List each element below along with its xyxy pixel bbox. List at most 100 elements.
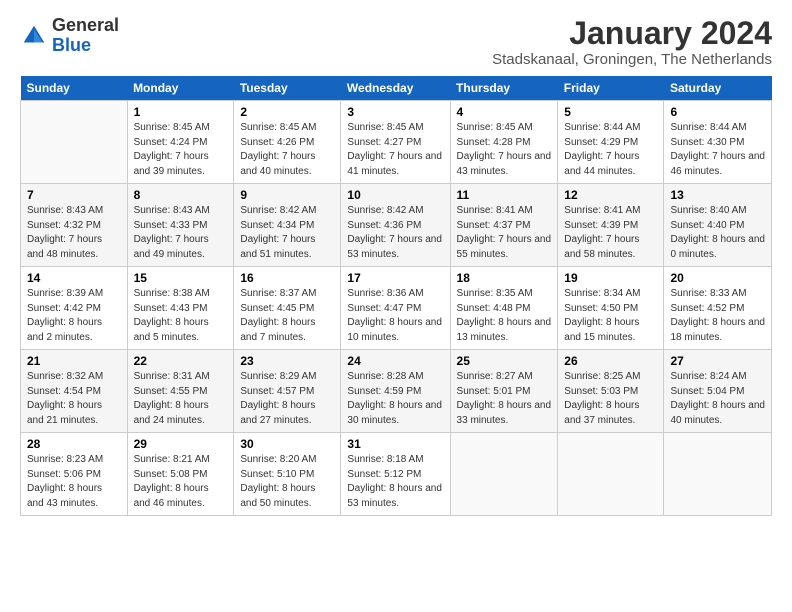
day-number: 11 bbox=[457, 188, 552, 202]
day-info: Sunrise: 8:27 AMSunset: 5:01 PMDaylight:… bbox=[457, 371, 552, 426]
calendar-week-3: 14 Sunrise: 8:39 AMSunset: 4:42 PMDaylig… bbox=[21, 267, 772, 350]
calendar-header-row: Sunday Monday Tuesday Wednesday Thursday… bbox=[21, 76, 772, 101]
table-row: 1 Sunrise: 8:45 AMSunset: 4:24 PMDayligh… bbox=[127, 101, 234, 184]
table-row: 2 Sunrise: 8:45 AMSunset: 4:26 PMDayligh… bbox=[234, 101, 341, 184]
day-info: Sunrise: 8:33 AMSunset: 4:52 PMDaylight:… bbox=[670, 288, 765, 343]
day-info: Sunrise: 8:36 AMSunset: 4:47 PMDaylight:… bbox=[347, 288, 442, 343]
day-number: 17 bbox=[347, 271, 443, 285]
day-number: 21 bbox=[27, 354, 121, 368]
table-row: 26 Sunrise: 8:25 AMSunset: 5:03 PMDaylig… bbox=[558, 350, 664, 433]
table-row bbox=[450, 433, 558, 516]
table-row: 31 Sunrise: 8:18 AMSunset: 5:12 PMDaylig… bbox=[341, 433, 450, 516]
table-row: 22 Sunrise: 8:31 AMSunset: 4:55 PMDaylig… bbox=[127, 350, 234, 433]
day-number: 3 bbox=[347, 105, 443, 119]
day-info: Sunrise: 8:45 AMSunset: 4:24 PMDaylight:… bbox=[134, 122, 210, 177]
col-wednesday: Wednesday bbox=[341, 76, 450, 101]
table-row: 5 Sunrise: 8:44 AMSunset: 4:29 PMDayligh… bbox=[558, 101, 664, 184]
table-row: 11 Sunrise: 8:41 AMSunset: 4:37 PMDaylig… bbox=[450, 184, 558, 267]
day-info: Sunrise: 8:45 AMSunset: 4:27 PMDaylight:… bbox=[347, 122, 442, 177]
table-row: 10 Sunrise: 8:42 AMSunset: 4:36 PMDaylig… bbox=[341, 184, 450, 267]
day-number: 28 bbox=[27, 437, 121, 451]
logo-icon bbox=[20, 22, 48, 50]
day-number: 9 bbox=[240, 188, 334, 202]
day-number: 18 bbox=[457, 271, 552, 285]
day-number: 24 bbox=[347, 354, 443, 368]
col-tuesday: Tuesday bbox=[234, 76, 341, 101]
location: Stadskanaal, Groningen, The Netherlands bbox=[492, 51, 772, 68]
col-monday: Monday bbox=[127, 76, 234, 101]
day-number: 4 bbox=[457, 105, 552, 119]
table-row: 12 Sunrise: 8:41 AMSunset: 4:39 PMDaylig… bbox=[558, 184, 664, 267]
day-info: Sunrise: 8:44 AMSunset: 4:29 PMDaylight:… bbox=[564, 122, 640, 177]
table-row: 6 Sunrise: 8:44 AMSunset: 4:30 PMDayligh… bbox=[664, 101, 772, 184]
table-row: 20 Sunrise: 8:33 AMSunset: 4:52 PMDaylig… bbox=[664, 267, 772, 350]
table-row: 15 Sunrise: 8:38 AMSunset: 4:43 PMDaylig… bbox=[127, 267, 234, 350]
day-info: Sunrise: 8:44 AMSunset: 4:30 PMDaylight:… bbox=[670, 122, 765, 177]
day-number: 14 bbox=[27, 271, 121, 285]
table-row: 30 Sunrise: 8:20 AMSunset: 5:10 PMDaylig… bbox=[234, 433, 341, 516]
day-info: Sunrise: 8:34 AMSunset: 4:50 PMDaylight:… bbox=[564, 288, 640, 343]
title-block: January 2024 Stadskanaal, Groningen, The… bbox=[492, 16, 772, 68]
day-info: Sunrise: 8:31 AMSunset: 4:55 PMDaylight:… bbox=[134, 371, 210, 426]
calendar-week-2: 7 Sunrise: 8:43 AMSunset: 4:32 PMDayligh… bbox=[21, 184, 772, 267]
table-row bbox=[21, 101, 128, 184]
day-number: 20 bbox=[670, 271, 765, 285]
day-info: Sunrise: 8:42 AMSunset: 4:36 PMDaylight:… bbox=[347, 205, 442, 260]
day-number: 10 bbox=[347, 188, 443, 202]
table-row: 8 Sunrise: 8:43 AMSunset: 4:33 PMDayligh… bbox=[127, 184, 234, 267]
day-info: Sunrise: 8:20 AMSunset: 5:10 PMDaylight:… bbox=[240, 454, 316, 509]
table-row: 19 Sunrise: 8:34 AMSunset: 4:50 PMDaylig… bbox=[558, 267, 664, 350]
day-number: 2 bbox=[240, 105, 334, 119]
day-info: Sunrise: 8:45 AMSunset: 4:28 PMDaylight:… bbox=[457, 122, 552, 177]
day-info: Sunrise: 8:28 AMSunset: 4:59 PMDaylight:… bbox=[347, 371, 442, 426]
calendar-week-5: 28 Sunrise: 8:23 AMSunset: 5:06 PMDaylig… bbox=[21, 433, 772, 516]
table-row: 7 Sunrise: 8:43 AMSunset: 4:32 PMDayligh… bbox=[21, 184, 128, 267]
day-number: 31 bbox=[347, 437, 443, 451]
day-number: 25 bbox=[457, 354, 552, 368]
calendar-week-4: 21 Sunrise: 8:32 AMSunset: 4:54 PMDaylig… bbox=[21, 350, 772, 433]
table-row bbox=[558, 433, 664, 516]
logo-text: General Blue bbox=[52, 16, 119, 56]
day-number: 26 bbox=[564, 354, 657, 368]
day-info: Sunrise: 8:37 AMSunset: 4:45 PMDaylight:… bbox=[240, 288, 316, 343]
day-info: Sunrise: 8:41 AMSunset: 4:37 PMDaylight:… bbox=[457, 205, 552, 260]
table-row: 4 Sunrise: 8:45 AMSunset: 4:28 PMDayligh… bbox=[450, 101, 558, 184]
day-info: Sunrise: 8:29 AMSunset: 4:57 PMDaylight:… bbox=[240, 371, 316, 426]
day-info: Sunrise: 8:42 AMSunset: 4:34 PMDaylight:… bbox=[240, 205, 316, 260]
day-info: Sunrise: 8:39 AMSunset: 4:42 PMDaylight:… bbox=[27, 288, 103, 343]
table-row: 23 Sunrise: 8:29 AMSunset: 4:57 PMDaylig… bbox=[234, 350, 341, 433]
logo-blue: Blue bbox=[52, 35, 91, 55]
day-info: Sunrise: 8:35 AMSunset: 4:48 PMDaylight:… bbox=[457, 288, 552, 343]
col-saturday: Saturday bbox=[664, 76, 772, 101]
table-row: 27 Sunrise: 8:24 AMSunset: 5:04 PMDaylig… bbox=[664, 350, 772, 433]
table-row: 13 Sunrise: 8:40 AMSunset: 4:40 PMDaylig… bbox=[664, 184, 772, 267]
table-row: 25 Sunrise: 8:27 AMSunset: 5:01 PMDaylig… bbox=[450, 350, 558, 433]
day-info: Sunrise: 8:18 AMSunset: 5:12 PMDaylight:… bbox=[347, 454, 442, 509]
page-header: General Blue January 2024 Stadskanaal, G… bbox=[20, 16, 772, 68]
day-number: 13 bbox=[670, 188, 765, 202]
logo: General Blue bbox=[20, 16, 119, 56]
col-thursday: Thursday bbox=[450, 76, 558, 101]
table-row: 14 Sunrise: 8:39 AMSunset: 4:42 PMDaylig… bbox=[21, 267, 128, 350]
day-info: Sunrise: 8:43 AMSunset: 4:32 PMDaylight:… bbox=[27, 205, 103, 260]
day-number: 23 bbox=[240, 354, 334, 368]
day-number: 29 bbox=[134, 437, 228, 451]
col-friday: Friday bbox=[558, 76, 664, 101]
table-row: 18 Sunrise: 8:35 AMSunset: 4:48 PMDaylig… bbox=[450, 267, 558, 350]
calendar-week-1: 1 Sunrise: 8:45 AMSunset: 4:24 PMDayligh… bbox=[21, 101, 772, 184]
day-info: Sunrise: 8:38 AMSunset: 4:43 PMDaylight:… bbox=[134, 288, 210, 343]
table-row: 28 Sunrise: 8:23 AMSunset: 5:06 PMDaylig… bbox=[21, 433, 128, 516]
table-row: 17 Sunrise: 8:36 AMSunset: 4:47 PMDaylig… bbox=[341, 267, 450, 350]
day-info: Sunrise: 8:25 AMSunset: 5:03 PMDaylight:… bbox=[564, 371, 640, 426]
day-number: 27 bbox=[670, 354, 765, 368]
day-number: 16 bbox=[240, 271, 334, 285]
day-info: Sunrise: 8:23 AMSunset: 5:06 PMDaylight:… bbox=[27, 454, 103, 509]
day-info: Sunrise: 8:41 AMSunset: 4:39 PMDaylight:… bbox=[564, 205, 640, 260]
day-info: Sunrise: 8:45 AMSunset: 4:26 PMDaylight:… bbox=[240, 122, 316, 177]
table-row: 21 Sunrise: 8:32 AMSunset: 4:54 PMDaylig… bbox=[21, 350, 128, 433]
table-row bbox=[664, 433, 772, 516]
calendar-table: Sunday Monday Tuesday Wednesday Thursday… bbox=[20, 76, 772, 516]
day-number: 15 bbox=[134, 271, 228, 285]
day-info: Sunrise: 8:21 AMSunset: 5:08 PMDaylight:… bbox=[134, 454, 210, 509]
day-number: 7 bbox=[27, 188, 121, 202]
